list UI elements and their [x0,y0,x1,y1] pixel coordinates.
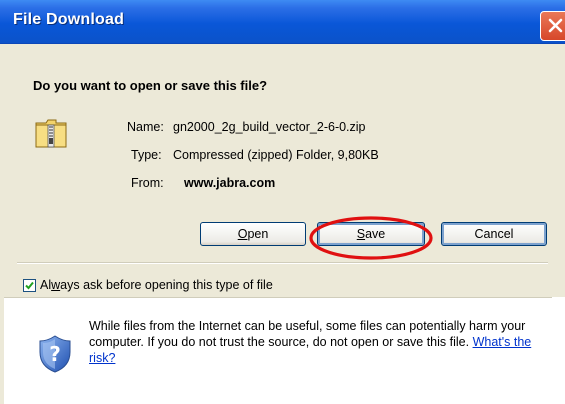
always-ask-label[interactable]: Always ask before opening this type of f… [40,278,273,292]
type-label: Type: [131,148,162,162]
open-label-rest: pen [247,227,269,241]
save-mnemonic: S [356,227,366,241]
cancel-label: Cancel [474,227,514,241]
warning-text: While files from the Internet can be use… [89,319,526,349]
separator [17,262,548,264]
window-title: File Download [13,11,125,28]
name-value: gn2000_2g_build_vector_2-6-0.zip [173,120,366,134]
open-mnemonic: O [237,227,248,241]
always-ask-rest: ays ask before opening this type of file [60,278,273,292]
save-button[interactable]: Save [317,222,425,246]
close-button[interactable] [540,11,565,41]
open-button[interactable]: Open [200,222,306,246]
info-separator [4,297,552,299]
close-icon [548,18,563,33]
checkmark-icon [25,281,34,290]
security-shield-icon: ? [39,335,71,373]
type-value: Compressed (zipped) Folder, 9,80KB [173,148,379,162]
always-ask-prefix: Al [40,278,52,292]
warning-message: While files from the Internet can be use… [89,318,559,366]
zip-folder-icon [35,119,67,148]
always-ask-mnemonic: w [51,278,61,292]
file-download-dialog: File Download Do you want to open or sav… [0,0,565,404]
prompt-question: Do you want to open or save this file? [33,78,268,93]
save-label-rest: ave [365,227,386,241]
svg-text:?: ? [49,342,61,366]
title-bar[interactable]: File Download [0,0,565,44]
cancel-button[interactable]: Cancel [441,222,547,246]
always-ask-checkbox[interactable] [23,279,36,292]
name-label: Name: [127,120,164,134]
from-value: www.jabra.com [184,176,276,190]
from-label: From: [131,176,164,190]
